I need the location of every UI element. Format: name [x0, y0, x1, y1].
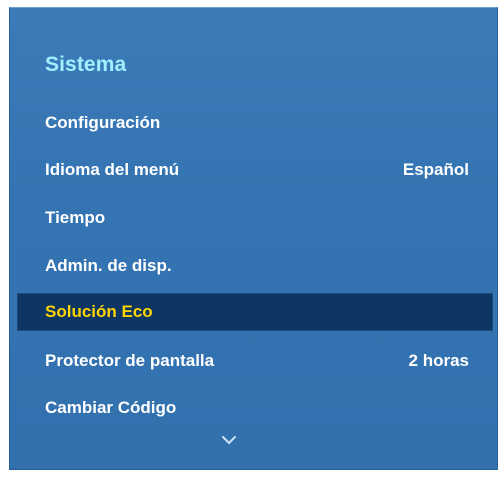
chevron-down-icon[interactable]	[221, 435, 237, 445]
system-menu-panel: Sistema Configuración Idioma del menú Es…	[9, 7, 498, 470]
menu-item-protector[interactable]: Protector de pantalla 2 horas	[10, 343, 497, 379]
menu-title: Sistema	[45, 53, 127, 76]
menu-item-configuracion[interactable]: Configuración	[10, 105, 497, 141]
menu-item-label: Idioma del menú	[45, 160, 180, 179]
menu-item-label: Configuración	[45, 113, 161, 132]
menu-item-value: Español	[402, 160, 469, 179]
menu-item-solucion-eco[interactable]: Solución Eco	[17, 293, 493, 331]
menu-item-admin-disp[interactable]: Admin. de disp.	[10, 248, 497, 284]
menu-item-label: Admin. de disp.	[45, 256, 172, 275]
menu-item-label: Tiempo	[45, 208, 106, 227]
menu-item-cambiar-codigo[interactable]: Cambiar Código	[10, 390, 497, 426]
menu-item-value: 2 horas	[408, 351, 469, 370]
screen: Sistema Configuración Idioma del menú Es…	[0, 0, 504, 477]
menu-item-label: Solución Eco	[45, 302, 153, 321]
menu-item-label: Protector de pantalla	[45, 351, 215, 370]
menu-item-label: Cambiar Código	[45, 398, 177, 417]
menu-item-idioma[interactable]: Idioma del menú Español	[10, 152, 497, 188]
menu-item-tiempo[interactable]: Tiempo	[10, 200, 497, 236]
